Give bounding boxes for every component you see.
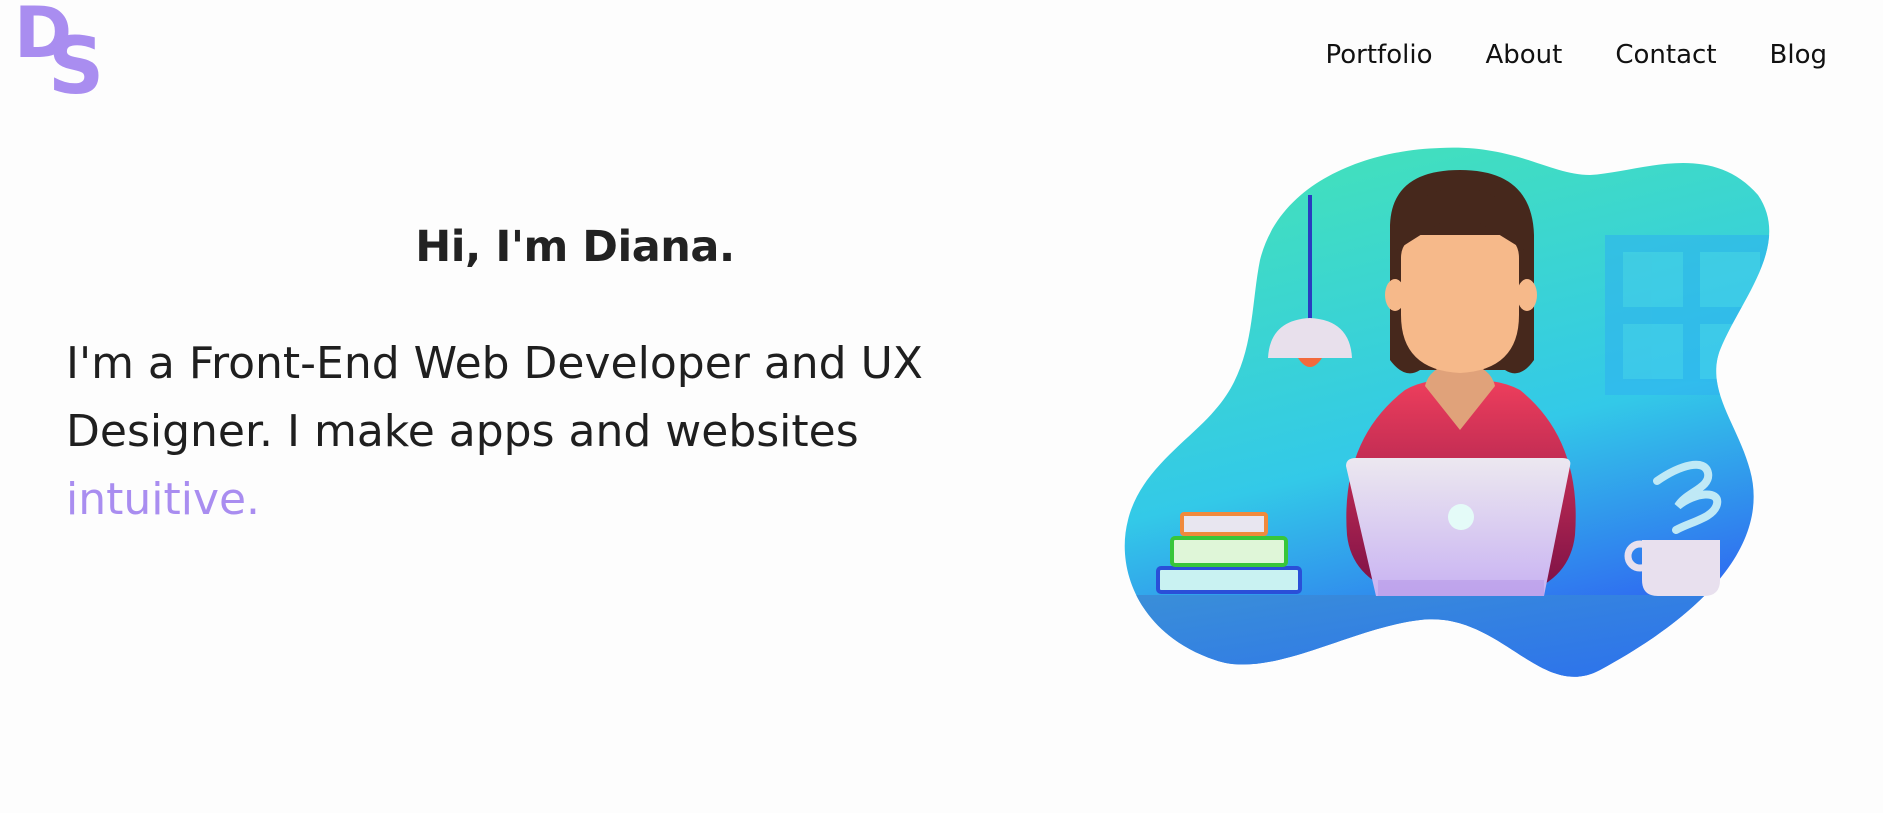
page: D S Portfolio About Contact Blog Hi, I'm… — [0, 0, 1883, 813]
hero-intro-highlight: intuitive. — [66, 474, 261, 525]
developer-at-laptop-illustration — [1124, 147, 1770, 677]
nav-link-blog[interactable]: Blog — [1770, 40, 1827, 70]
hero-intro-line-1: I'm a Front-End Web Developer and UX — [66, 338, 923, 389]
main-nav: Portfolio About Contact Blog — [1326, 40, 1827, 70]
nav-link-about[interactable]: About — [1485, 40, 1562, 70]
hero-intro: I'm a Front-End Web Developer and UX Des… — [66, 330, 1026, 534]
nav-link-portfolio[interactable]: Portfolio — [1326, 40, 1433, 70]
hero-intro-line-2: Designer. I make apps and websites — [66, 406, 859, 457]
hero-greeting: Hi, I'm Diana. — [415, 222, 735, 272]
logo-letter-s: S — [48, 22, 105, 112]
desk — [1124, 595, 1770, 677]
logo[interactable]: D S — [14, 0, 104, 108]
nav-link-contact[interactable]: Contact — [1615, 40, 1716, 70]
window-icon — [1605, 235, 1770, 395]
